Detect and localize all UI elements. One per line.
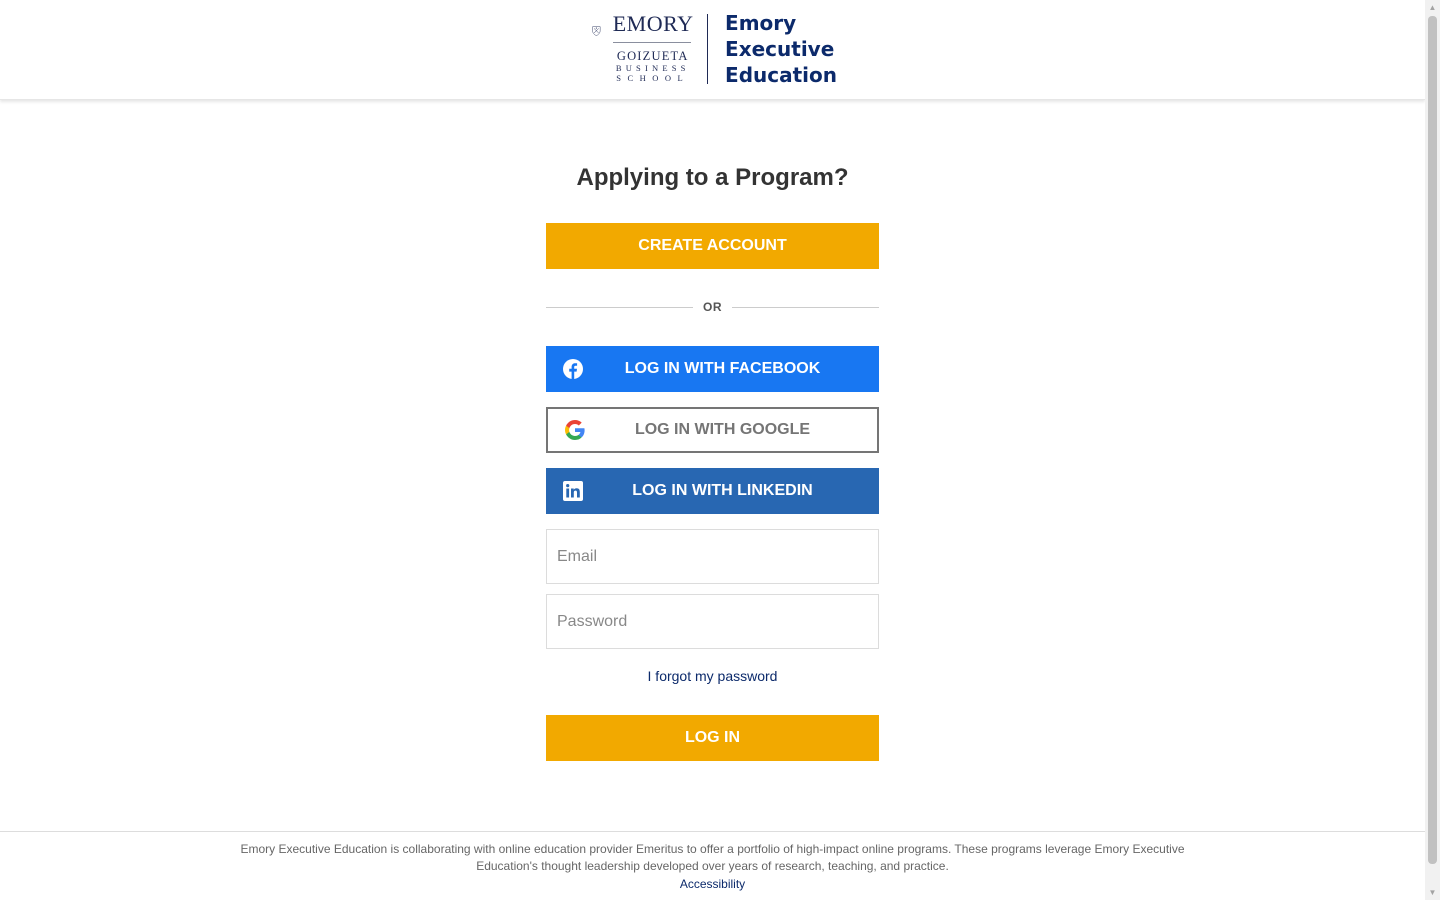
site-header: EMORY GOIZUETA BUSINESS SCHOOL Emory Exe… (0, 0, 1425, 100)
executive-education-wordmark: Emory Executive Education (725, 10, 837, 88)
scroll-down-arrow-icon[interactable]: ▼ (1425, 885, 1440, 900)
logo-business-text: BUSINESS (615, 63, 690, 73)
vertical-scrollbar[interactable]: ▲ ▼ (1425, 0, 1440, 900)
login-button[interactable]: LOG IN (546, 715, 879, 761)
logo-rule (612, 42, 691, 43)
facebook-login-button[interactable]: LOG IN WITH FACEBOOK (546, 346, 879, 392)
google-login-label: LOG IN WITH GOOGLE (634, 421, 811, 438)
linkedin-login-button[interactable]: LOG IN WITH LINKEDIN (546, 468, 879, 514)
logo-right-line-2: Executive (725, 37, 835, 61)
facebook-icon (562, 358, 584, 380)
google-login-button[interactable]: LOG IN WITH GOOGLE (546, 407, 879, 453)
or-line-left (546, 306, 693, 308)
goizueta-wordmark: EMORY GOIZUETA BUSINESS SCHOOL (612, 11, 694, 83)
linkedin-icon (562, 480, 584, 502)
accessibility-link[interactable]: Accessibility (680, 876, 745, 893)
or-divider: OR (546, 298, 879, 316)
create-account-button[interactable]: CREATE ACCOUNT (546, 223, 879, 269)
site-footer: Emory Executive Education is collaborati… (0, 831, 1425, 900)
scrollbar-thumb[interactable] (1428, 16, 1437, 864)
logo-right-line-3: Education (725, 63, 837, 87)
logo-school-text: SCHOOL (616, 73, 690, 83)
emory-logo[interactable]: EMORY GOIZUETA BUSINESS SCHOOL Emory Exe… (592, 10, 837, 88)
scroll-up-arrow-icon[interactable]: ▲ (1425, 0, 1440, 15)
footer-text: Emory Executive Education is collaborati… (240, 842, 1185, 873)
logo-goizueta-text: GOIZUETA (616, 49, 689, 63)
logo-emory-text: EMORY (612, 11, 694, 36)
or-line-right (732, 306, 879, 308)
linkedin-login-label: LOG IN WITH LINKEDIN (632, 482, 813, 499)
facebook-login-label: LOG IN WITH FACEBOOK (624, 360, 821, 377)
emory-shield-icon (592, 26, 601, 36)
google-icon (564, 419, 586, 441)
page-title: Applying to a Program? (576, 164, 849, 191)
email-input[interactable] (546, 529, 879, 584)
or-text: OR (703, 300, 722, 314)
logo-right-line-1: Emory (725, 11, 797, 35)
forgot-password-link[interactable]: I forgot my password (546, 666, 879, 686)
password-input[interactable] (546, 594, 879, 649)
